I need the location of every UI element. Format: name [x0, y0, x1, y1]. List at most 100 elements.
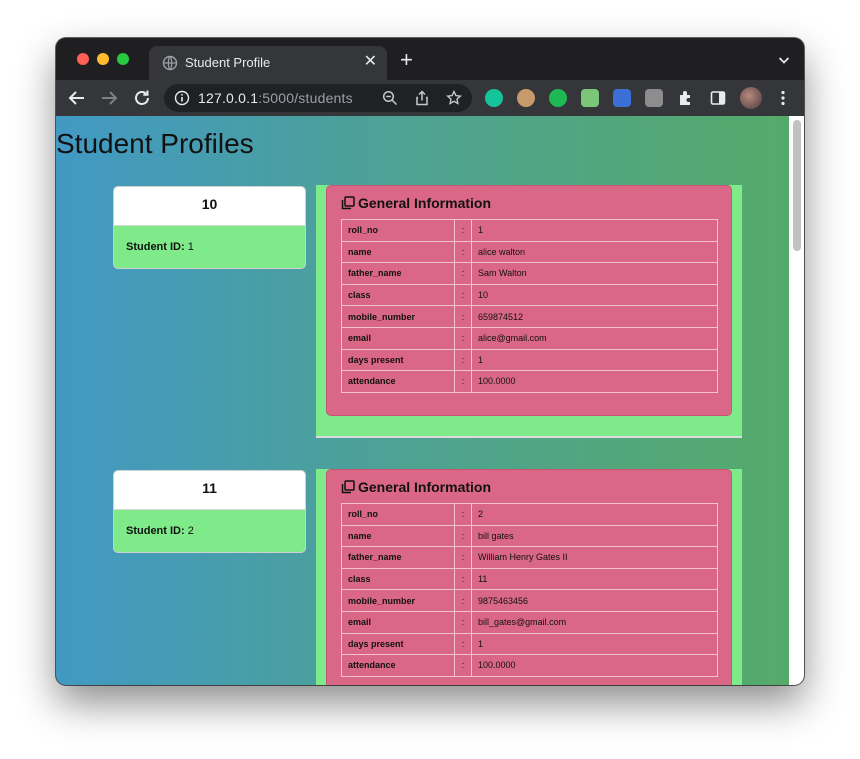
field-value: bill_gates@gmail.com — [471, 610, 718, 634]
field-value: 659874512 — [471, 305, 718, 328]
field-value: 100.0000 — [471, 654, 718, 677]
kebab-menu-icon[interactable] — [774, 89, 792, 107]
field-label: father_name — [341, 262, 455, 285]
field-value: 2 — [471, 503, 718, 526]
table-row: class:10 — [341, 283, 718, 307]
general-info-card: General Information roll_no:2 name: bill g… — [326, 469, 732, 685]
chevron-down-icon[interactable] — [778, 54, 790, 66]
field-value: 9875463456 — [471, 589, 718, 612]
field-separator: : — [454, 610, 472, 634]
field-value: 1 — [471, 348, 718, 372]
table-row: email: alice@gmail.com — [341, 326, 718, 350]
face-extension-icon[interactable] — [517, 89, 535, 107]
puzzle-extensions-icon[interactable] — [677, 89, 695, 107]
field-value: 1 — [471, 219, 718, 242]
general-info-heading: General Information — [341, 478, 491, 496]
browser-window: Student Profile ✕ + 127.0.0.1:5000/stude… — [56, 38, 804, 685]
url-text: 127.0.0.1:5000/students — [198, 90, 353, 106]
b-extension-icon[interactable] — [645, 89, 663, 107]
field-value: William Henry Gates II — [471, 546, 718, 569]
table-row: father_name: William Henry Gates II — [341, 546, 718, 569]
reload-icon[interactable] — [131, 87, 153, 109]
field-separator: : — [454, 283, 472, 307]
student-id-row: Student ID: 1 — [114, 226, 305, 268]
url-path: :5000/students — [258, 90, 353, 106]
student-class-header: 10 — [114, 187, 305, 226]
field-value: alice@gmail.com — [471, 326, 718, 350]
field-label: roll_no — [341, 503, 455, 526]
zoom-window-button[interactable] — [117, 53, 129, 65]
student-id-label: Student ID: — [126, 241, 185, 253]
field-separator: : — [454, 654, 472, 677]
vertical-scrollbar[interactable] — [789, 116, 804, 685]
save-extension-icon[interactable] — [613, 89, 631, 107]
field-label: days present — [341, 348, 455, 372]
field-label: name — [341, 240, 455, 264]
field-separator: : — [454, 546, 472, 569]
table-row: attendance:100.0000 — [341, 370, 718, 393]
table-row: class:11 — [341, 567, 718, 591]
student-id-label: Student ID: — [126, 525, 185, 537]
field-separator: : — [454, 567, 472, 591]
field-separator: : — [454, 503, 472, 526]
mail-extension-icon[interactable] — [581, 89, 599, 107]
general-info-heading: General Information — [341, 194, 491, 212]
side-panel-icon[interactable] — [709, 89, 727, 107]
student-id-value: 2 — [187, 525, 194, 537]
student-id-row: Student ID: 2 — [114, 510, 305, 552]
close-window-button[interactable] — [77, 53, 89, 65]
grammarly-extension-icon[interactable] — [485, 89, 503, 107]
star-icon[interactable] — [446, 90, 462, 106]
field-label: mobile_number — [341, 305, 455, 328]
info-icon[interactable] — [174, 90, 190, 106]
table-row: name: alice walton — [341, 240, 718, 264]
field-separator: : — [454, 524, 472, 548]
field-label: email — [341, 326, 455, 350]
thumbs-up-extension-icon[interactable] — [549, 89, 567, 107]
general-info-card: General Information roll_no:1 name: alice … — [326, 185, 732, 416]
globe-icon — [162, 55, 178, 71]
page-viewport: Student Profiles 10 Student ID: 1 Genera… — [56, 116, 789, 685]
field-value: 11 — [471, 567, 718, 591]
profile-avatar[interactable] — [740, 87, 762, 109]
new-tab-button[interactable]: + — [400, 49, 413, 71]
field-label: class — [341, 283, 455, 307]
field-separator: : — [454, 326, 472, 350]
table-row: attendance:100.0000 — [341, 654, 718, 677]
field-value: 100.0000 — [471, 370, 718, 393]
panel-divider — [316, 436, 742, 438]
page-title: Student Profiles — [56, 128, 254, 159]
forward-arrow-icon[interactable] — [98, 87, 120, 109]
field-separator: : — [454, 348, 472, 372]
field-label: days present — [341, 632, 455, 656]
minimize-window-button[interactable] — [97, 53, 109, 65]
scrollbar-thumb[interactable] — [793, 120, 801, 251]
field-value: 1 — [471, 632, 718, 656]
field-separator: : — [454, 589, 472, 612]
field-label: father_name — [341, 546, 455, 569]
table-row: days present:1 — [341, 632, 718, 656]
field-separator: : — [454, 305, 472, 328]
field-label: class — [341, 567, 455, 591]
field-separator: : — [454, 219, 472, 242]
address-bar[interactable]: 127.0.0.1:5000/students — [164, 84, 472, 112]
back-arrow-icon[interactable] — [66, 87, 88, 109]
field-separator: : — [454, 632, 472, 656]
student-id-value: 1 — [187, 241, 194, 253]
tab-close-icon[interactable]: ✕ — [364, 54, 377, 70]
table-row: roll_no:2 — [341, 503, 718, 526]
copy-icon — [341, 480, 355, 494]
field-separator: : — [454, 240, 472, 264]
share-icon[interactable] — [414, 90, 430, 106]
browser-toolbar: 127.0.0.1:5000/students — [56, 80, 804, 116]
tab-student-profile[interactable]: Student Profile ✕ — [149, 46, 387, 80]
zoom-icon[interactable] — [382, 90, 398, 106]
field-label: name — [341, 524, 455, 548]
field-value: Sam Walton — [471, 262, 718, 285]
student-summary-card: 10 Student ID: 1 — [113, 186, 306, 269]
table-row: days present:1 — [341, 348, 718, 372]
field-value: alice walton — [471, 240, 718, 264]
table-row: mobile_number:9875463456 — [341, 589, 718, 612]
general-info-title: General Information — [358, 479, 492, 495]
field-label: attendance — [341, 654, 455, 677]
